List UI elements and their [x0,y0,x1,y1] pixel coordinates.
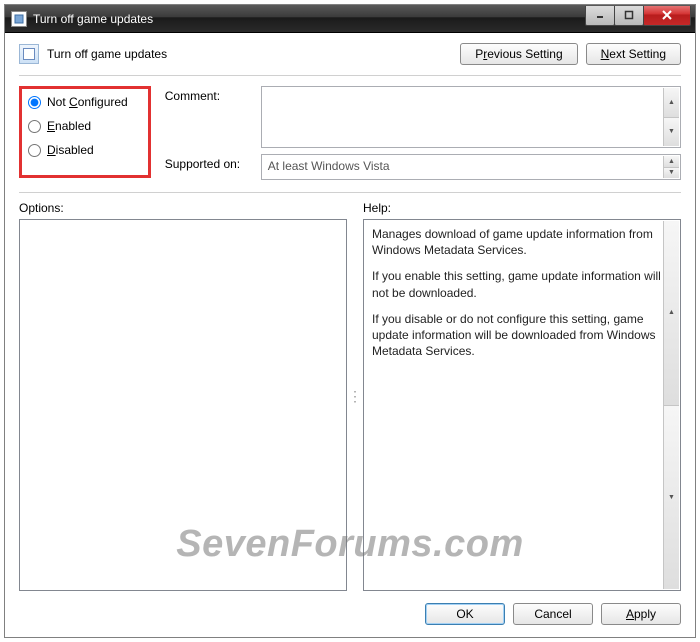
divider2 [19,192,681,193]
footer-buttons: OK Cancel Apply [19,591,681,625]
supported-value: At least Windows Vista [268,159,390,173]
comment-row: Comment: ▲▼ [165,86,681,148]
options-label: Options: [19,201,347,215]
options-box[interactable] [19,219,347,591]
supported-scroll[interactable]: ▲▼ [663,156,679,178]
right-fields: Comment: ▲▼ Supported on: At least Windo… [165,86,681,180]
previous-setting-button[interactable]: Previous Setting [460,43,577,65]
titlebar[interactable]: Turn off game updates [5,5,695,33]
comment-label: Comment: [165,86,253,103]
policy-icon [19,44,39,64]
policy-title: Turn off game updates [47,47,167,61]
panels: Options: Help: Manages download of game … [19,201,681,591]
client-area: Turn off game updates Previous Setting N… [5,33,695,637]
panel-splitter[interactable] [353,201,357,591]
state-radio-group: Not Configured Enabled Disabled [19,86,151,178]
help-panel: Help: Manages download of game update in… [363,201,681,591]
close-button[interactable] [643,6,691,26]
header-row: Turn off game updates Previous Setting N… [19,43,681,65]
help-text-p1: Manages download of game update informat… [372,226,662,258]
window-title: Turn off game updates [33,12,153,26]
help-text-p3: If you disable or do not configure this … [372,311,662,360]
window-controls [586,6,691,26]
divider [19,75,681,76]
radio-not-configured[interactable]: Not Configured [28,95,128,109]
radio-not-configured-input[interactable] [28,96,41,109]
window-frame: Turn off game updates Turn off game upda… [4,4,696,638]
radio-disabled[interactable]: Disabled [28,143,128,157]
apply-button[interactable]: Apply [601,603,681,625]
help-box[interactable]: Manages download of game update informat… [363,219,681,591]
help-label: Help: [363,201,681,215]
supported-value-box: At least Windows Vista ▲▼ [261,154,681,180]
window-icon [11,11,27,27]
config-row: Not Configured Enabled Disabled Comment:… [19,86,681,180]
help-scroll[interactable]: ▲▼ [663,221,679,589]
radio-enabled-label: Enabled [47,119,91,133]
options-panel: Options: [19,201,347,591]
ok-button[interactable]: OK [425,603,505,625]
radio-not-configured-label: Not Configured [47,95,128,109]
help-text-p2: If you enable this setting, game update … [372,268,662,300]
radio-disabled-label: Disabled [47,143,94,157]
maximize-button[interactable] [614,6,644,26]
supported-row: Supported on: At least Windows Vista ▲▼ [165,154,681,180]
radio-enabled[interactable]: Enabled [28,119,128,133]
minimize-button[interactable] [585,6,615,26]
radio-enabled-input[interactable] [28,120,41,133]
comment-input[interactable]: ▲▼ [261,86,681,148]
next-setting-button[interactable]: Next Setting [586,43,681,65]
comment-scroll[interactable]: ▲▼ [663,88,679,146]
radio-disabled-input[interactable] [28,144,41,157]
supported-label: Supported on: [165,154,253,171]
cancel-button[interactable]: Cancel [513,603,593,625]
